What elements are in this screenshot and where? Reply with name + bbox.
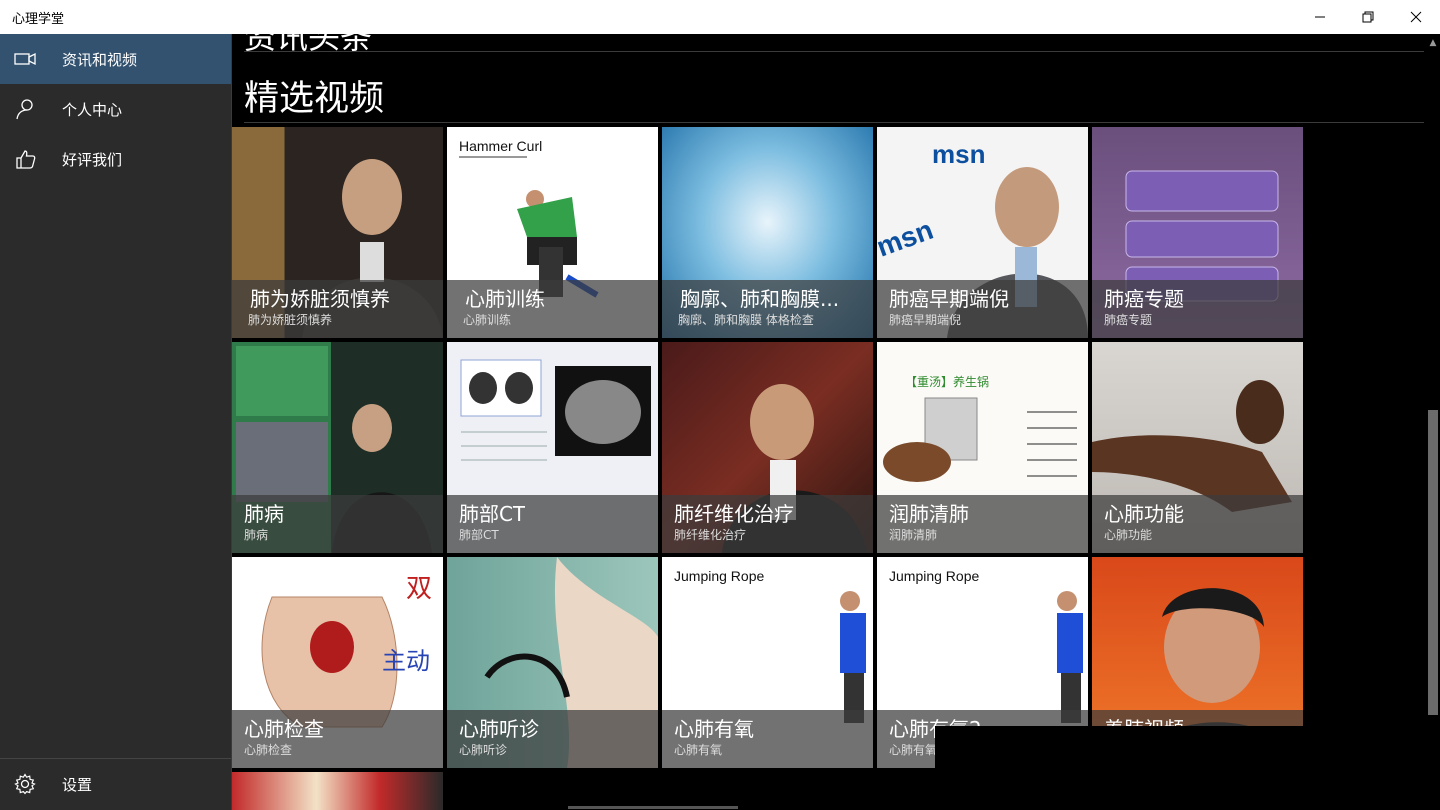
- close-button[interactable]: [1392, 0, 1440, 34]
- nav-label: 资讯和视频: [62, 50, 138, 69]
- section-title: 精选视频: [244, 79, 385, 119]
- divider: [244, 51, 1424, 52]
- svg-text:msn: msn: [877, 214, 937, 263]
- video-title: 心肺有氧: [674, 717, 754, 741]
- svg-text:主动: 主动: [382, 648, 430, 675]
- video-title: 肺病: [244, 502, 284, 526]
- video-caption: 肺部CT 肺部CT: [447, 495, 658, 553]
- video-subtitle: 心肺检查: [244, 743, 293, 757]
- video-title: 心肺听诊: [459, 717, 539, 741]
- thumbnail-text: 【重汤】养生锅: [905, 374, 989, 389]
- video-tile[interactable]: 肺部CT 肺部CT: [447, 342, 658, 553]
- thumbnail-text: msn: [932, 139, 985, 169]
- video-caption: 心肺听诊 心肺听诊: [447, 710, 658, 768]
- video-caption: 肺为娇脏须慎养 肺为娇脏须慎养: [232, 280, 443, 338]
- nav-item-rate-us[interactable]: 好评我们: [0, 134, 231, 184]
- video-title: 肺癌早期端倪: [889, 287, 1009, 311]
- video-tile[interactable]: 心肺功能 心肺功能: [1092, 342, 1303, 553]
- video-tile[interactable]: Jumping Rope 心肺有氧 心肺有氧: [662, 557, 873, 768]
- video-subtitle: 肺癌专题: [1104, 313, 1153, 327]
- video-caption: 心肺训练 心肺训练: [447, 280, 658, 338]
- thumbs-up-icon: [0, 134, 50, 184]
- window-title: 心理学堂: [12, 12, 65, 27]
- thumbnail-text: 双: [406, 573, 432, 603]
- video-tile[interactable]: 心肺听诊 心肺听诊: [447, 557, 658, 768]
- video-tile[interactable]: 肺为娇脏须慎养 肺为娇脏须慎养: [232, 127, 443, 338]
- video-caption: 心肺检查 心肺检查: [232, 710, 443, 768]
- video-caption: 心肺功能 心肺功能: [1092, 495, 1303, 553]
- divider: [244, 122, 1424, 123]
- video-title: 肺为娇脏须慎养: [250, 287, 390, 311]
- previous-section-title: 资讯头条: [244, 34, 373, 56]
- video-subtitle: 心肺有氧: [674, 743, 723, 757]
- nav-label: 个人中心: [62, 100, 123, 119]
- video-subtitle: 心肺训练: [463, 313, 512, 327]
- main-content: 资讯头条 精选视频 肺为娇脏须慎养 肺为娇脏须慎养 Hammer Curl 心肺…: [232, 34, 1426, 810]
- nav-item-personal-center[interactable]: 个人中心: [0, 84, 231, 134]
- close-icon: [1410, 11, 1422, 23]
- nav-label: 好评我们: [62, 150, 123, 169]
- video-tile[interactable]: 【重汤】养生锅 润肺清肺 润肺清肺: [877, 342, 1088, 553]
- thumbnail-text: Hammer Curl: [459, 138, 542, 154]
- video-tile[interactable]: 肺病 肺病: [232, 342, 443, 553]
- video-subtitle: 肺部CT: [459, 528, 499, 542]
- video-subtitle: 肺纤维化治疗: [674, 528, 747, 542]
- video-tile[interactable]: msn msn 肺癌早期端倪 肺癌早期端倪: [877, 127, 1088, 338]
- nav-item-news-video[interactable]: 资讯和视频: [0, 34, 231, 84]
- video-subtitle: 心肺听诊: [459, 743, 508, 757]
- settings-label: 设置: [62, 775, 93, 794]
- video-subtitle: 润肺清肺: [889, 528, 938, 542]
- restore-icon: [1362, 11, 1374, 23]
- minimize-button[interactable]: [1296, 0, 1344, 34]
- video-subtitle: 胸廓、肺和胸膜 体格检查: [678, 313, 814, 327]
- restore-button[interactable]: [1344, 0, 1392, 34]
- video-title: 胸廓、肺和胸膜...: [680, 287, 840, 311]
- video-title: 肺癌专题: [1104, 287, 1184, 311]
- video-subtitle: 肺为娇脏须慎养: [248, 313, 333, 327]
- video-tile[interactable]: [232, 772, 443, 810]
- scroll-up-icon[interactable]: ▲: [1426, 36, 1440, 50]
- video-title: 润肺清肺: [889, 502, 969, 526]
- thumbnail-text: Jumping Rope: [889, 568, 979, 584]
- sidebar: 资讯和视频 个人中心 好评我们 设置: [0, 34, 232, 810]
- video-title: 心肺功能: [1104, 502, 1184, 526]
- person-icon: [0, 84, 50, 134]
- thumbnail-text: Jumping Rope: [674, 568, 764, 584]
- video-subtitle: 肺癌早期端倪: [889, 313, 962, 327]
- scrollbar-thumb[interactable]: [1428, 410, 1438, 715]
- video-thumbnail: [232, 772, 443, 810]
- video-tile[interactable]: Hammer Curl 心肺训练 心肺训练: [447, 127, 658, 338]
- overlay-panel: [935, 726, 1440, 810]
- video-caption: 心肺有氧 心肺有氧: [662, 710, 873, 768]
- vertical-scrollbar[interactable]: ▲: [1426, 34, 1440, 810]
- video-tile[interactable]: 胸廓、肺和胸膜... 胸廓、肺和胸膜 体格检查: [662, 127, 873, 338]
- video-caption: 润肺清肺 润肺清肺: [877, 495, 1088, 553]
- video-title: 肺纤维化治疗: [674, 502, 794, 526]
- video-title: 心肺检查: [244, 717, 324, 741]
- minimize-icon: [1315, 16, 1325, 18]
- settings-button[interactable]: 设置: [0, 759, 231, 809]
- video-camera-icon: [0, 34, 50, 84]
- video-caption: 肺病 肺病: [232, 495, 443, 553]
- video-tile[interactable]: 双主动 心肺检查 心肺检查: [232, 557, 443, 768]
- video-subtitle: 心肺有氧: [889, 743, 938, 757]
- video-caption: 肺癌早期端倪 肺癌早期端倪: [877, 280, 1088, 338]
- video-caption: 胸廓、肺和胸膜... 胸廓、肺和胸膜 体格检查: [662, 280, 873, 338]
- video-title: 心肺训练: [465, 287, 545, 311]
- video-tile[interactable]: 肺纤维化治疗 肺纤维化治疗: [662, 342, 873, 553]
- video-tile[interactable]: 肺癌专题 肺癌专题: [1092, 127, 1303, 338]
- video-subtitle: 心肺功能: [1104, 528, 1153, 542]
- title-bar: 心理学堂: [0, 0, 1440, 34]
- video-title: 肺部CT: [459, 502, 526, 526]
- horizontal-scroll-indicator: [568, 806, 738, 809]
- video-subtitle: 肺病: [244, 528, 269, 542]
- gear-icon: [0, 759, 50, 809]
- video-caption: 肺纤维化治疗 肺纤维化治疗: [662, 495, 873, 553]
- video-caption: 肺癌专题 肺癌专题: [1092, 280, 1303, 338]
